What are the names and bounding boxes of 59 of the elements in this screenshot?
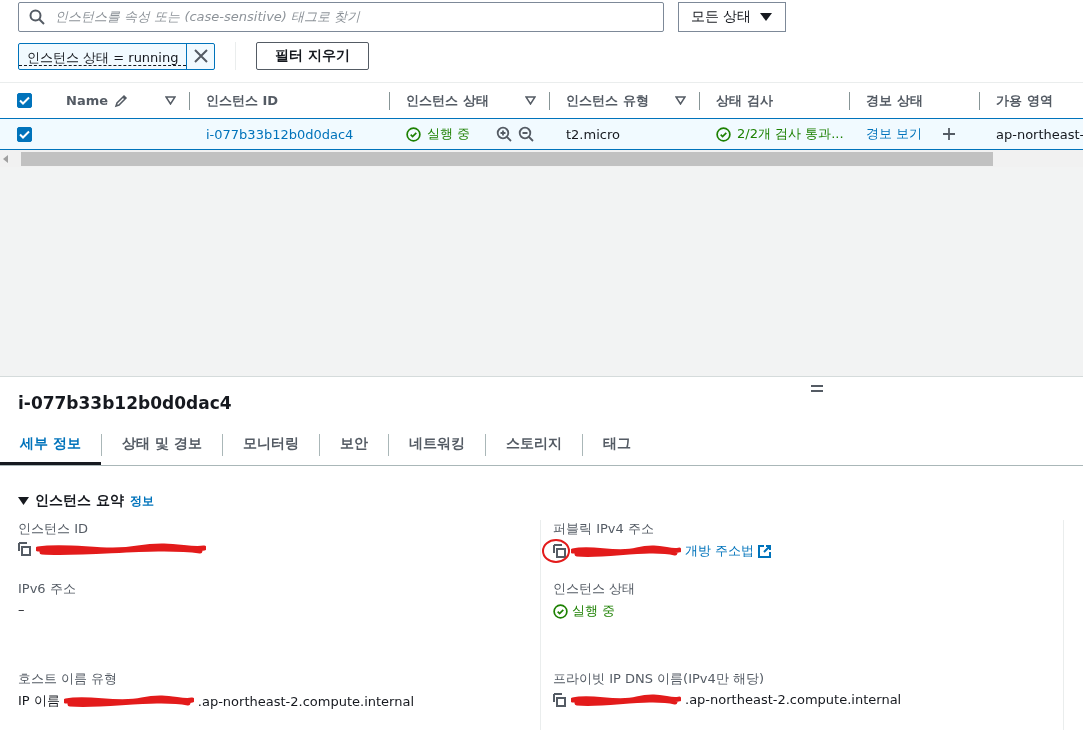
check-circle-icon bbox=[716, 126, 731, 142]
table-cell: t2.micro bbox=[566, 126, 620, 142]
check-circle-icon bbox=[406, 126, 421, 142]
tab[interactable]: 상태 및 경보 bbox=[101, 425, 222, 465]
field-label: 인스턴스 ID bbox=[18, 520, 89, 538]
state-text: 실행 중 bbox=[572, 602, 616, 620]
clear-filters-button[interactable]: 필터 지우기 bbox=[256, 42, 370, 70]
field-label: 프라이빗 IP DNS 이름(IPv4만 해당) bbox=[553, 670, 765, 688]
sort-caret-icon[interactable] bbox=[675, 96, 686, 105]
column-header[interactable]: 인스턴스 유형 bbox=[566, 91, 649, 110]
caret-down-icon[interactable] bbox=[18, 496, 29, 506]
field-label: IPv6 주소 bbox=[18, 580, 77, 598]
pencil-icon[interactable] bbox=[114, 93, 128, 108]
column-header[interactable]: 가용 영역 bbox=[996, 91, 1053, 110]
instance-title: i-077b33b12b0d0dac4 bbox=[18, 392, 232, 415]
copy-icon[interactable] bbox=[553, 544, 567, 558]
sort-caret-icon[interactable] bbox=[165, 96, 176, 105]
caret-down-icon bbox=[759, 12, 774, 22]
field-label: 호스트 이름 유형 bbox=[18, 670, 119, 688]
field-value: .ap-northeast-2.compute.internal bbox=[197, 693, 415, 709]
field-value: .ap-northeast-2.compute.internal bbox=[685, 692, 902, 707]
select-all-checkbox[interactable] bbox=[17, 93, 32, 108]
section-title: 인스턴스 요약 bbox=[35, 492, 124, 510]
scrollbar-thumb[interactable] bbox=[21, 151, 993, 166]
table-cell: ap-northeast- bbox=[996, 126, 1083, 142]
tab[interactable]: 세부 정보 bbox=[0, 425, 101, 465]
field-value: – bbox=[18, 602, 25, 617]
instance-id-link[interactable]: i-077b33b12b0d0dac4 bbox=[206, 126, 354, 142]
tab[interactable]: 스토리지 bbox=[485, 425, 582, 465]
close-icon bbox=[193, 49, 208, 63]
open-address-link[interactable]: 개방 주소법 bbox=[685, 542, 772, 560]
plus-icon[interactable] bbox=[942, 127, 957, 141]
row-checkbox[interactable] bbox=[17, 126, 32, 142]
copy-icon[interactable] bbox=[553, 692, 567, 707]
sort-caret-icon[interactable] bbox=[525, 96, 536, 105]
info-link[interactable]: 정보 bbox=[129, 492, 154, 510]
zoom-out-icon[interactable] bbox=[518, 126, 535, 142]
tab[interactable]: 보안 bbox=[319, 425, 388, 465]
field-value: IP 이름 bbox=[18, 692, 60, 710]
column-header[interactable]: Name bbox=[66, 93, 108, 108]
tab[interactable]: 태그 bbox=[582, 425, 651, 465]
field-label: 인스턴스 상태 bbox=[553, 580, 637, 598]
state-text: 실행 중 bbox=[427, 125, 471, 143]
copy-icon[interactable] bbox=[18, 542, 32, 556]
check-status-text: 2/2개 검사 통과... bbox=[737, 125, 844, 143]
search-icon bbox=[29, 9, 45, 25]
status-dropdown[interactable]: 모든 상태 bbox=[678, 2, 787, 32]
field-label: 퍼블릭 IPv4 주소 bbox=[553, 520, 655, 538]
check-circle-icon bbox=[553, 603, 568, 619]
resize-handle[interactable] bbox=[811, 385, 823, 392]
column-header[interactable]: 인스턴스 ID bbox=[206, 91, 279, 110]
tab[interactable]: 모니터링 bbox=[222, 425, 319, 465]
zoom-in-icon[interactable] bbox=[496, 126, 513, 142]
column-header[interactable]: 경보 상태 bbox=[866, 91, 923, 110]
external-link-icon bbox=[758, 544, 772, 558]
tab[interactable]: 네트워킹 bbox=[388, 425, 485, 465]
view-alarms-link[interactable]: 경보 보기 bbox=[866, 125, 923, 143]
column-header[interactable]: 인스턴스 상태 bbox=[406, 91, 489, 110]
column-header[interactable]: 상태 검사 bbox=[716, 91, 773, 110]
